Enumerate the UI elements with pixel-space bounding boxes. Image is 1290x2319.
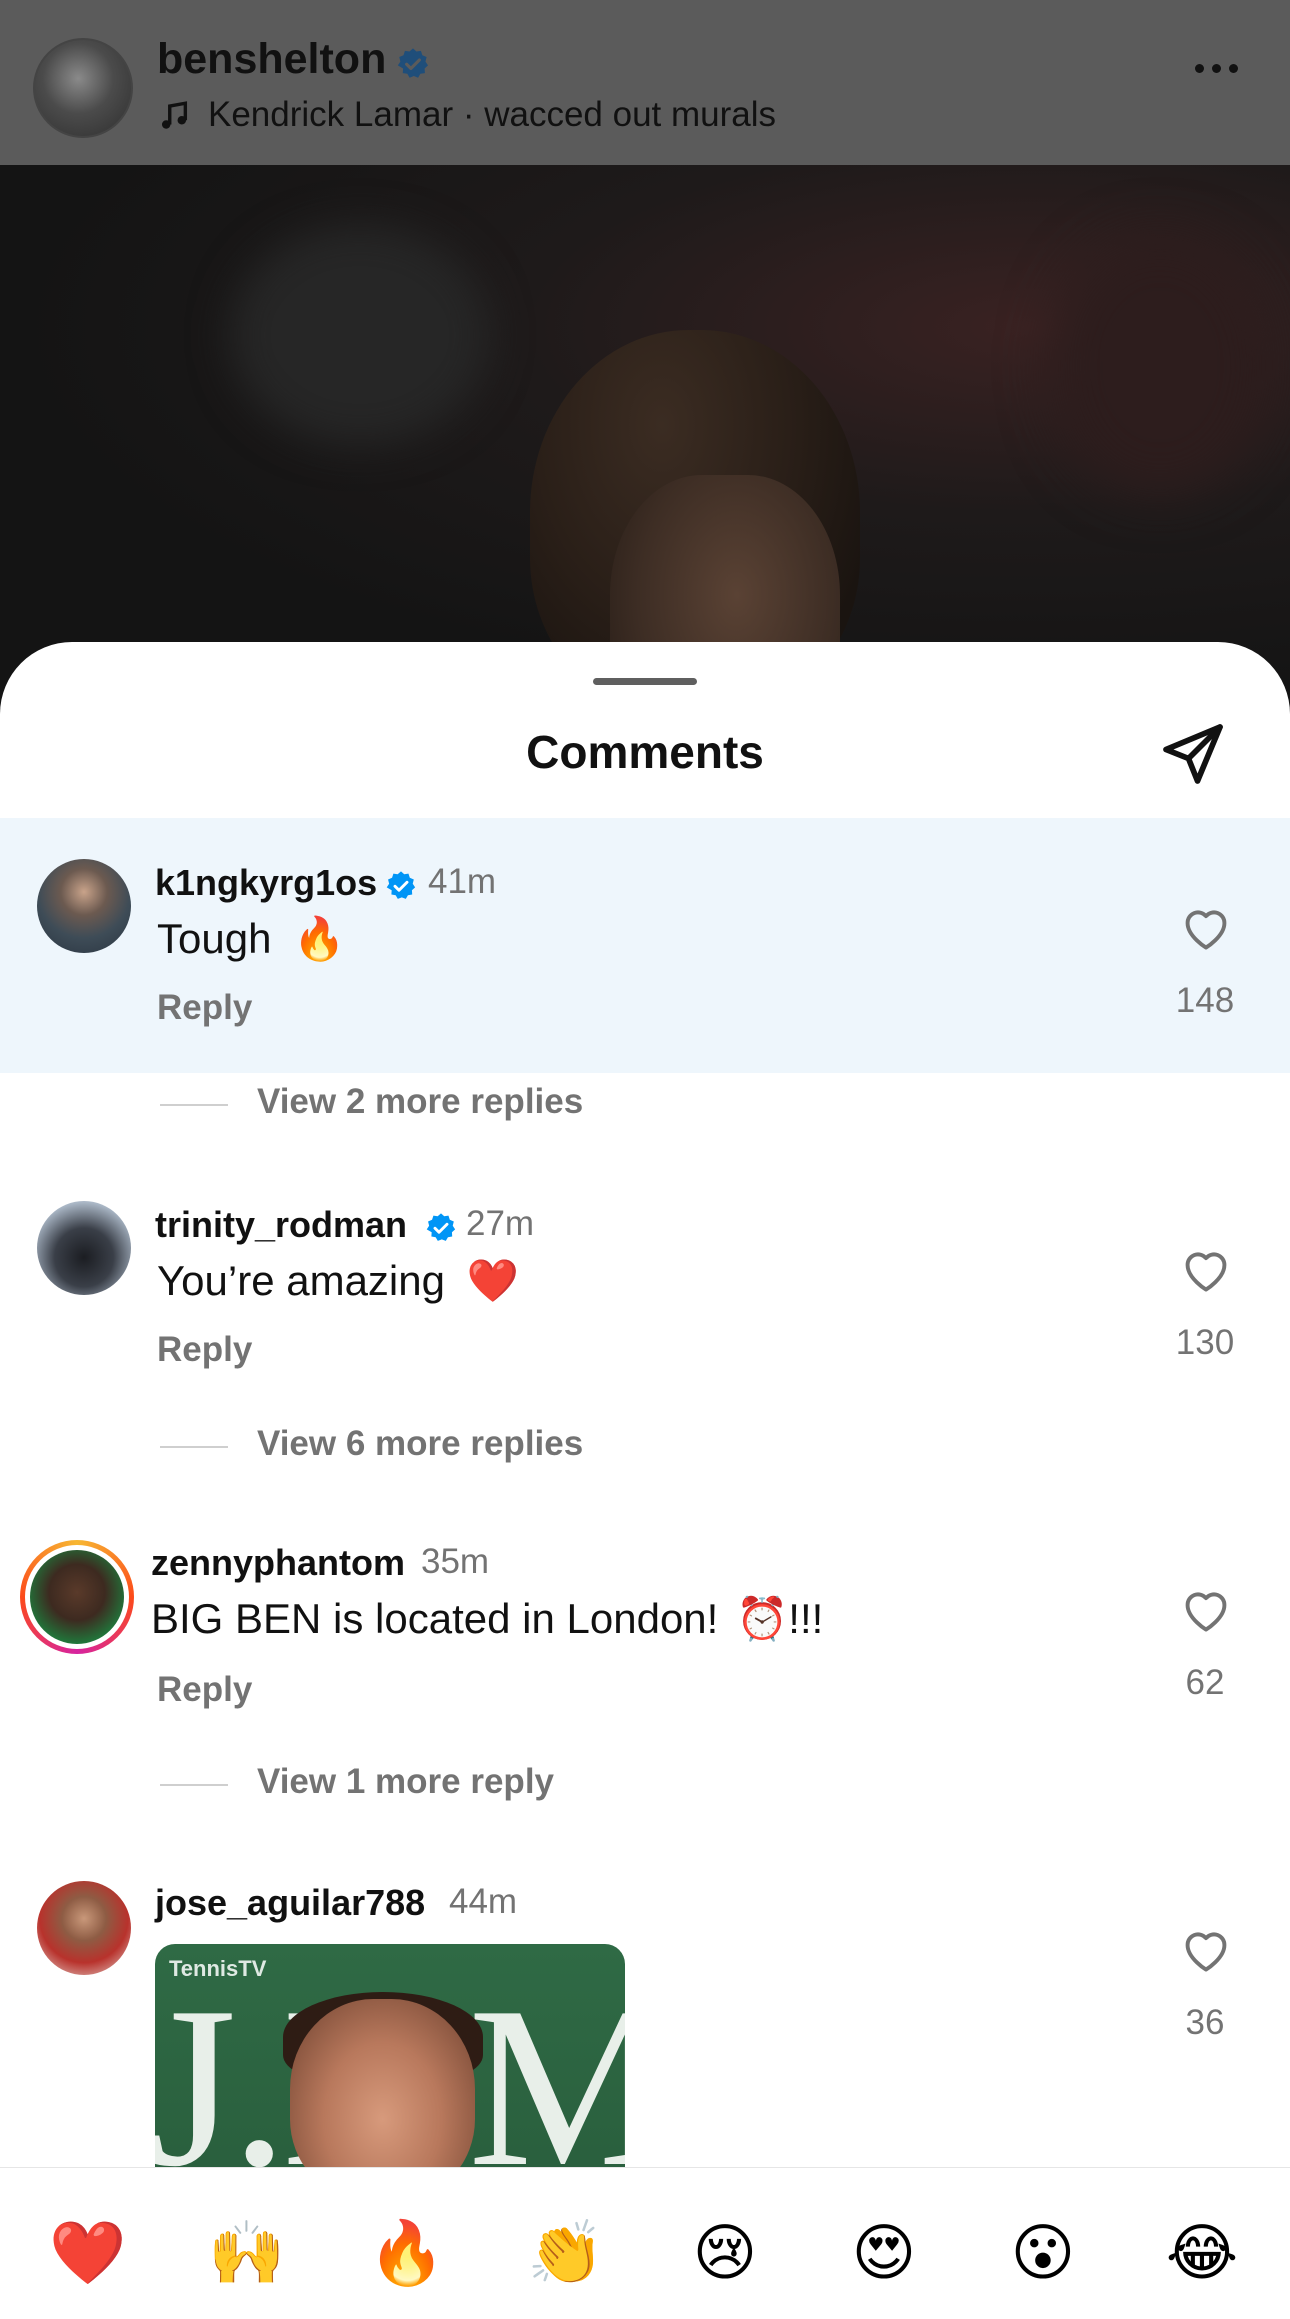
commenter-avatar[interactable] bbox=[37, 859, 131, 953]
post-photo bbox=[0, 165, 1290, 705]
comment-text: BIG BEN is located in London! ⏰!!! bbox=[151, 1595, 823, 1644]
comment-item: k1ngkyrg1os 41m Tough 🔥 Reply 148 bbox=[0, 818, 1290, 1073]
verified-badge-icon bbox=[397, 48, 429, 78]
crying-face-emoji-button[interactable]: 😢 bbox=[685, 2214, 765, 2294]
view-more-replies-label[interactable]: View 2 more replies bbox=[257, 1082, 583, 1122]
photo-background-blur bbox=[1050, 235, 1270, 495]
like-count: 130 bbox=[1175, 1323, 1235, 1362]
comment-text: You’re amazing ❤️ bbox=[157, 1257, 519, 1306]
commenter-avatar bbox=[25, 1545, 129, 1649]
like-heart-icon[interactable] bbox=[1180, 903, 1232, 951]
comment-text: Tough 🔥 bbox=[157, 915, 345, 964]
like-heart-icon[interactable] bbox=[1180, 1245, 1232, 1293]
laughing-face-emoji-button[interactable]: 😂 bbox=[1162, 2214, 1242, 2294]
like-heart-icon[interactable] bbox=[1180, 1925, 1232, 1973]
clapping-hands-emoji-button[interactable]: 👏 bbox=[526, 2214, 606, 2294]
verified-badge-icon bbox=[386, 871, 416, 899]
post-header: benshelton Kendrick Lamar · wacced out m… bbox=[0, 0, 1290, 165]
commenter-avatar-photo bbox=[30, 1550, 124, 1644]
red-heart-emoji-button[interactable]: ❤️ bbox=[48, 2214, 128, 2294]
surprised-face-emoji-button[interactable]: 😮 bbox=[1003, 2214, 1083, 2294]
comment-timestamp: 44m bbox=[449, 1882, 518, 1921]
like-count: 36 bbox=[1185, 2003, 1225, 2042]
story-ring[interactable] bbox=[20, 1540, 134, 1654]
reply-button[interactable]: Reply bbox=[157, 1330, 252, 1370]
comment-text-body: Tough bbox=[157, 915, 272, 962]
share-send-icon[interactable] bbox=[1157, 718, 1229, 790]
comment-item: trinity_rodman 27m You’re amazing ❤️ Rep… bbox=[0, 1160, 1290, 1410]
view-more-replies-label[interactable]: View 6 more replies bbox=[257, 1424, 583, 1464]
verified-badge-icon bbox=[426, 1213, 456, 1241]
reply-button[interactable]: Reply bbox=[157, 1670, 252, 1710]
comment-item: zennyphantom 35m BIG BEN is located in L… bbox=[0, 1500, 1290, 1750]
comment-text-body: You’re amazing bbox=[157, 1257, 445, 1304]
raising-hands-emoji-button[interactable]: 🙌 bbox=[207, 2214, 287, 2294]
like-heart-icon[interactable] bbox=[1180, 1585, 1232, 1633]
thread-line bbox=[160, 1446, 228, 1448]
fire-emoji-icon: 🔥 bbox=[293, 915, 346, 962]
post-author-avatar[interactable] bbox=[33, 38, 133, 138]
post-author-username[interactable]: benshelton bbox=[157, 35, 386, 84]
fire-emoji-button[interactable]: 🔥 bbox=[367, 2214, 447, 2294]
commenter-username[interactable]: k1ngkyrg1os bbox=[155, 862, 377, 904]
thread-line bbox=[160, 1784, 228, 1786]
reply-button[interactable]: Reply bbox=[157, 988, 252, 1028]
commenter-username[interactable]: jose_aguilar788 bbox=[155, 1882, 425, 1924]
comment-timestamp: 35m bbox=[421, 1542, 490, 1581]
heart-eyes-emoji-button[interactable]: 😍 bbox=[844, 2214, 924, 2294]
commenter-avatar[interactable] bbox=[37, 1881, 131, 1975]
commenter-username[interactable]: trinity_rodman bbox=[155, 1204, 407, 1246]
post-song-label[interactable]: Kendrick Lamar · wacced out murals bbox=[208, 95, 776, 135]
gif-brand-logo: TennisTV bbox=[169, 1956, 267, 1981]
comment-text-body: BIG BEN is located in London! bbox=[151, 1595, 719, 1642]
thread-line bbox=[160, 1104, 228, 1106]
like-count: 62 bbox=[1185, 1663, 1225, 1702]
photo-background-blur bbox=[230, 225, 490, 445]
commenter-avatar[interactable] bbox=[37, 1201, 131, 1295]
like-count: 148 bbox=[1175, 981, 1235, 1020]
sheet-title: Comments bbox=[526, 726, 764, 778]
more-options-icon[interactable] bbox=[1195, 64, 1238, 73]
comments-sheet: Comments k1ngkyrg1os 41m Tough 🔥 Reply 1… bbox=[0, 642, 1290, 2318]
view-more-replies-label[interactable]: View 1 more reply bbox=[257, 1762, 554, 1802]
alarm-clock-emoji-icon: ⏰ bbox=[736, 1595, 789, 1642]
music-note-icon bbox=[161, 101, 188, 129]
commenter-username[interactable]: zennyphantom bbox=[151, 1542, 405, 1584]
comment-timestamp: 27m bbox=[466, 1204, 535, 1243]
red-heart-emoji-icon: ❤️ bbox=[466, 1257, 519, 1304]
emoji-reaction-bar: ❤️ 🙌 🔥 👏 😢 😍 😮 😂 bbox=[0, 2167, 1290, 2319]
comment-text-suffix: !!! bbox=[788, 1595, 824, 1642]
comment-timestamp: 41m bbox=[428, 862, 497, 901]
sheet-grabber-handle[interactable] bbox=[593, 678, 697, 685]
